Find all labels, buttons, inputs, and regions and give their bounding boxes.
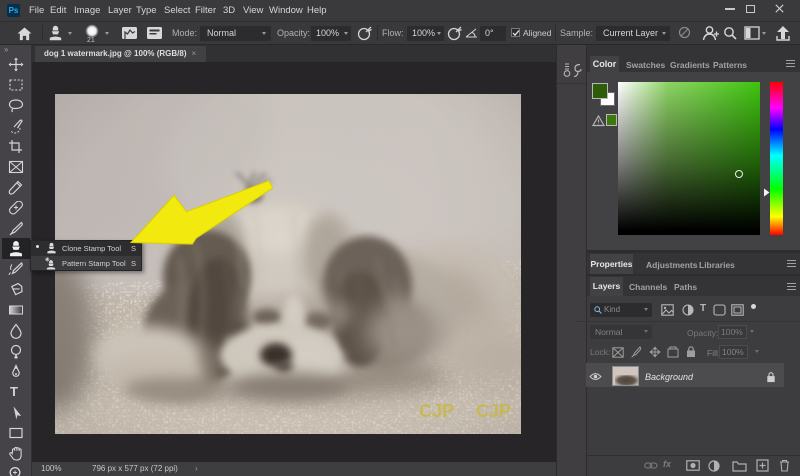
svg-text:CJP: CJP bbox=[419, 401, 454, 421]
svg-text:CJP: CJP bbox=[476, 401, 511, 421]
